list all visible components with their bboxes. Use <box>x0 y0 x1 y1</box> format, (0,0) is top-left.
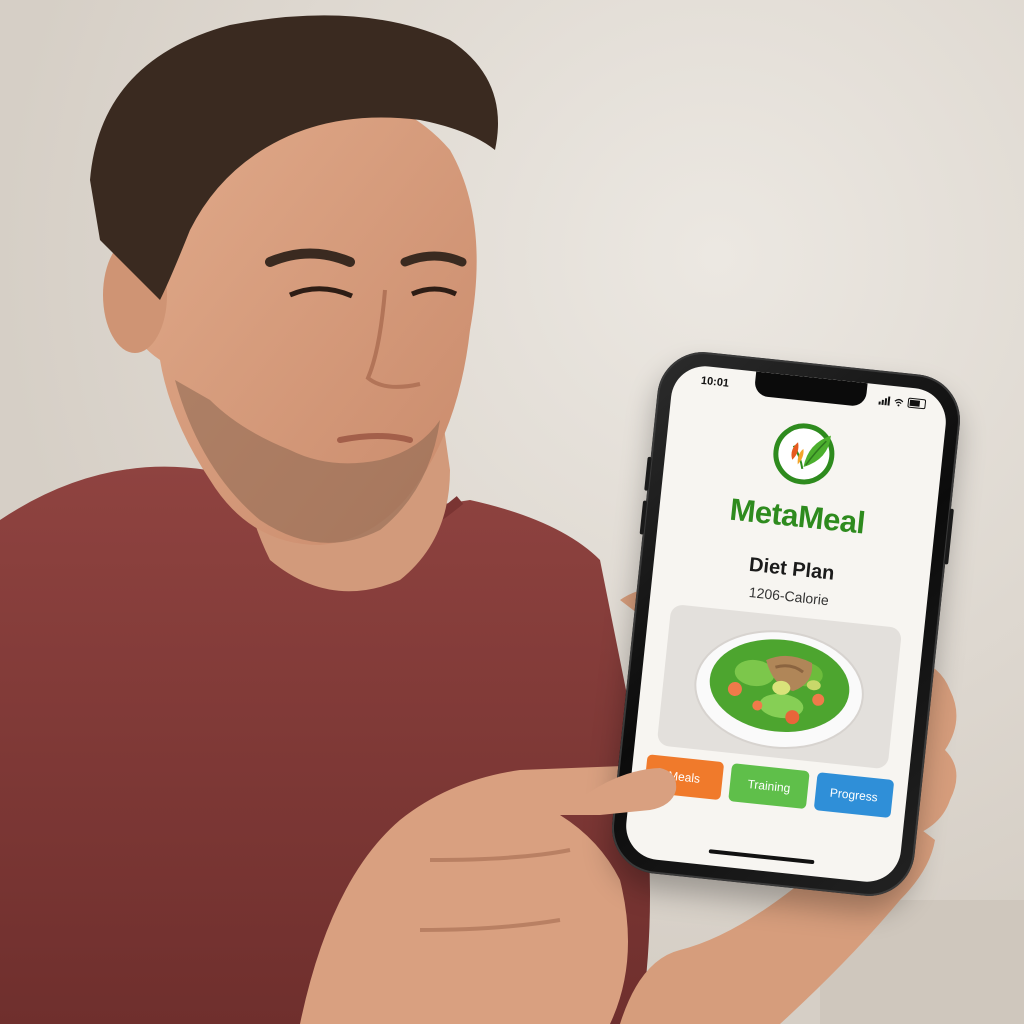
salad-bowl-icon <box>694 630 864 749</box>
signal-icon <box>878 396 891 406</box>
battery-icon <box>907 397 927 410</box>
wifi-icon <box>894 398 904 407</box>
smartphone: 10:01 MetaMeal Diet Plan 1206-Calorie Me… <box>607 347 965 901</box>
training-button[interactable]: Training <box>728 763 810 810</box>
meals-button[interactable]: Meals <box>643 754 725 801</box>
home-indicator[interactable] <box>708 849 815 865</box>
meal-image-card[interactable] <box>656 603 903 770</box>
progress-button[interactable]: Progress <box>813 772 895 818</box>
status-icons <box>878 395 927 410</box>
metameal-logo-icon <box>773 423 835 485</box>
app-name: MetaMeal <box>728 491 867 541</box>
photo-scene: 10:01 MetaMeal Diet Plan 1206-Calorie Me… <box>0 0 1024 1024</box>
phone-screen: 10:01 MetaMeal Diet Plan 1206-Calorie Me… <box>622 362 950 886</box>
status-time: 10:01 <box>700 374 730 390</box>
